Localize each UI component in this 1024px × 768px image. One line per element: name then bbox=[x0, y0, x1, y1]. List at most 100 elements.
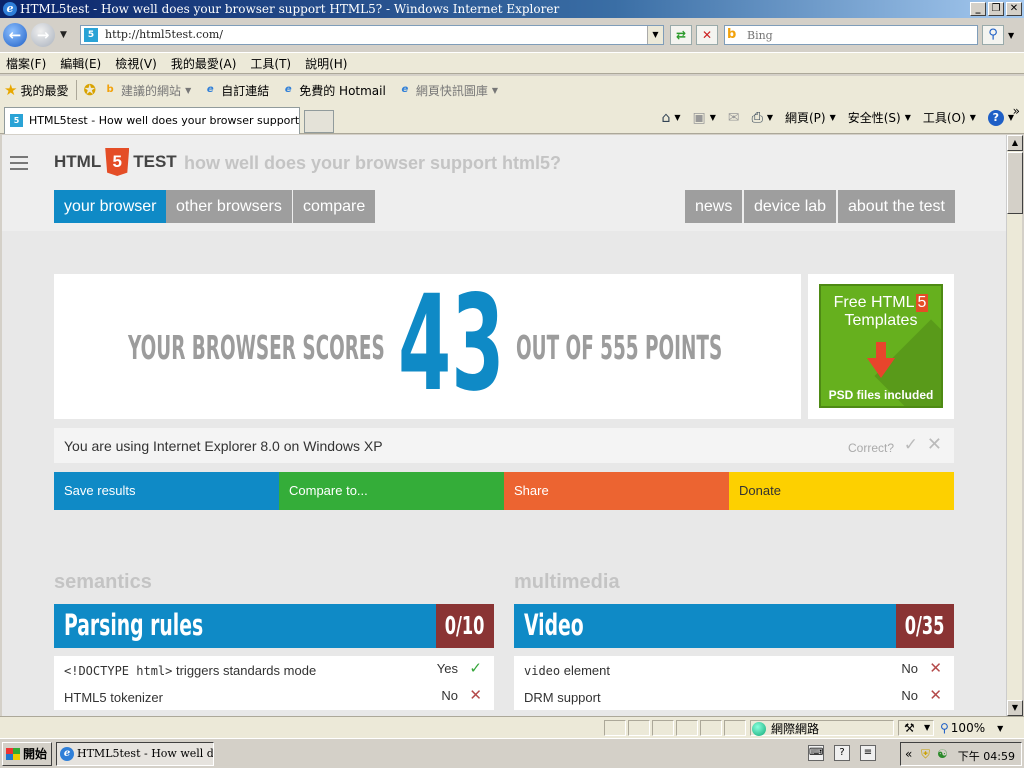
browser-detection-bar: You are using Internet Explorer 8.0 on W… bbox=[54, 428, 954, 463]
start-button[interactable]: 開始 bbox=[2, 742, 52, 766]
chevron-down-icon: ▼ bbox=[829, 113, 836, 122]
menu-view[interactable]: 檢視(V) bbox=[115, 55, 157, 72]
category-card-parsing-rules[interactable]: Parsing rules 0/10 bbox=[54, 604, 494, 648]
nav-about-the-test[interactable]: about the test bbox=[838, 190, 955, 223]
compare-to-button[interactable]: Compare to... bbox=[279, 472, 504, 510]
address-dropdown-icon[interactable]: ▼ bbox=[647, 26, 663, 44]
test-result: No bbox=[901, 688, 918, 703]
new-tab-button[interactable] bbox=[304, 110, 334, 133]
address-bar[interactable]: 5 http://html5test.com/ ▼ bbox=[80, 25, 664, 45]
history-dropdown-icon[interactable]: ▼ bbox=[60, 30, 67, 40]
nav-device-lab[interactable]: device lab bbox=[744, 190, 837, 223]
site-header: HTML 5 TEST how well does your browser s… bbox=[2, 135, 1006, 231]
security-shield-icon[interactable]: ⛨ bbox=[921, 747, 930, 762]
test-row[interactable]: video element No ✕ bbox=[514, 656, 954, 683]
tab-html5test[interactable]: 5 HTML5test - How well does your browser… bbox=[4, 107, 300, 134]
menu-file[interactable]: 檔案(F) bbox=[6, 55, 46, 72]
tray-expand-icon[interactable]: « bbox=[905, 747, 912, 761]
reject-x-icon[interactable]: ✕ bbox=[927, 434, 942, 455]
tab-title: HTML5test - How well does your browser s… bbox=[29, 114, 300, 127]
command-bar-more-icon[interactable]: » bbox=[1013, 104, 1020, 118]
test-row[interactable]: HTML5 tokenizer No ✕ bbox=[54, 683, 494, 710]
chevron-down-icon[interactable]: ▼ bbox=[924, 723, 930, 732]
system-tray: « ⛨ ☯ 下午 04:59 bbox=[900, 742, 1022, 766]
menu-edit[interactable]: 編輯(E) bbox=[60, 55, 101, 72]
search-box[interactable]: b bbox=[724, 25, 978, 45]
page-menu-label: 網頁(P) bbox=[784, 111, 826, 125]
taskbar-item-ie[interactable]: e HTML5test - How well do... bbox=[56, 742, 214, 766]
chevron-down-icon: ▼ bbox=[997, 723, 1004, 733]
scroll-down-icon[interactable]: ▼ bbox=[1007, 700, 1023, 716]
scroll-thumb[interactable] bbox=[1007, 152, 1023, 214]
maximize-button[interactable]: ❐ bbox=[988, 2, 1004, 16]
nav-news[interactable]: news bbox=[685, 190, 743, 223]
address-url[interactable]: http://html5test.com/ bbox=[105, 28, 223, 41]
nav-your-browser[interactable]: your browser bbox=[54, 190, 167, 223]
security-zone[interactable]: 網際網路 bbox=[752, 720, 819, 737]
templates-ad[interactable]: Free HTML 5 Templates PSD files included bbox=[819, 284, 943, 408]
ad-line-3: PSD files included bbox=[828, 388, 934, 402]
cross-icon: ✕ bbox=[469, 687, 482, 704]
ie-page-icon: e bbox=[284, 84, 292, 95]
search-options-icon[interactable]: ▼ bbox=[1008, 31, 1014, 40]
download-arrow-icon bbox=[867, 342, 895, 378]
status-segment bbox=[700, 720, 722, 736]
add-favorite-button[interactable]: ✪ bbox=[83, 81, 99, 99]
nav-compare[interactable]: compare bbox=[293, 190, 376, 223]
nav-other-browsers[interactable]: other browsers bbox=[166, 190, 292, 223]
chevron-down-icon: ▼ bbox=[491, 85, 499, 95]
fav-item-hotmail[interactable]: e 免費的 Hotmail bbox=[281, 82, 386, 99]
chevron-down-icon: ▼ bbox=[185, 85, 192, 95]
test-label: DRM support bbox=[524, 690, 601, 705]
favorites-button[interactable]: ★ 我的最愛 bbox=[4, 81, 68, 99]
score-prefix: YOUR BROWSER SCORES bbox=[128, 328, 385, 367]
page-menu-button[interactable]: 網頁(P) ▼ bbox=[785, 109, 836, 126]
menu-favorites[interactable]: 我的最愛(A) bbox=[171, 55, 237, 72]
confirm-check-icon[interactable]: ✓ bbox=[904, 435, 918, 455]
fav-item-custom-links[interactable]: e 自訂連結 bbox=[203, 82, 269, 99]
search-button[interactable]: ⚲ bbox=[982, 25, 1004, 45]
vertical-scrollbar[interactable]: ▲ ▼ bbox=[1006, 135, 1023, 716]
search-input[interactable] bbox=[747, 27, 967, 43]
zoom-control[interactable]: ⚲ 100% ▼ bbox=[940, 721, 1003, 735]
help-tray-icon[interactable]: ? bbox=[834, 745, 850, 761]
help-button[interactable]: ? ▼ bbox=[987, 109, 1014, 126]
system-clock[interactable]: 下午 04:59 bbox=[958, 748, 1015, 764]
keyboard-icon[interactable]: ⌨ bbox=[808, 745, 824, 761]
hamburger-menu-icon[interactable] bbox=[10, 156, 28, 174]
share-button[interactable]: Share bbox=[504, 472, 729, 510]
bing-icon: b bbox=[106, 84, 114, 95]
tools-menu-button[interactable]: 工具(O) ▼ bbox=[923, 109, 976, 126]
input-method-icon[interactable]: ≡ bbox=[860, 745, 876, 761]
ad-line-1: Free HTML 5 bbox=[821, 294, 941, 312]
print-button[interactable]: ⎙ ▼ bbox=[752, 110, 773, 126]
fav-item-web-slice-gallery[interactable]: e 網頁快訊圖庫 ▼ bbox=[398, 82, 498, 99]
help-icon: ? bbox=[987, 109, 1004, 126]
refresh-button[interactable]: ⇄ bbox=[670, 25, 692, 45]
donate-button[interactable]: Donate bbox=[729, 472, 954, 510]
fav-item-suggested-sites[interactable]: b 建議的網站 ▼ bbox=[103, 82, 191, 99]
forward-button[interactable]: → bbox=[31, 23, 55, 47]
site-logo[interactable]: HTML 5 TEST bbox=[54, 148, 177, 176]
stop-button[interactable]: ✕ bbox=[696, 25, 718, 45]
test-row[interactable]: DRM support No ✕ bbox=[514, 683, 954, 710]
minimize-button[interactable]: _ bbox=[970, 2, 986, 16]
protected-mode-icon[interactable]: ⚒ bbox=[904, 721, 915, 735]
network-users-icon[interactable]: ☯ bbox=[937, 747, 948, 761]
refresh-icon: ⇄ bbox=[675, 28, 687, 42]
read-mail-button[interactable]: ✉ bbox=[728, 110, 740, 126]
window-title-bar[interactable]: e HTML5test - How well does your browser… bbox=[0, 0, 1024, 18]
home-button[interactable]: ⌂ ▼ bbox=[661, 110, 680, 126]
safety-menu-button[interactable]: 安全性(S) ▼ bbox=[848, 109, 911, 126]
menu-tools[interactable]: 工具(T) bbox=[250, 55, 291, 72]
scroll-up-icon[interactable]: ▲ bbox=[1007, 135, 1023, 151]
back-button[interactable]: ← bbox=[3, 23, 27, 47]
close-button[interactable]: ✕ bbox=[1006, 2, 1022, 16]
menu-help[interactable]: 說明(H) bbox=[305, 55, 347, 72]
feeds-button[interactable]: ▣ ▼ bbox=[692, 110, 715, 126]
test-row[interactable]: <!DOCTYPE html> triggers standards mode … bbox=[54, 656, 494, 683]
category-title: Video bbox=[524, 608, 584, 642]
tab-row: 5 HTML5test - How well does your browser… bbox=[0, 104, 1024, 134]
save-results-button[interactable]: Save results bbox=[54, 472, 279, 510]
category-card-video[interactable]: Video 0/35 bbox=[514, 604, 954, 648]
